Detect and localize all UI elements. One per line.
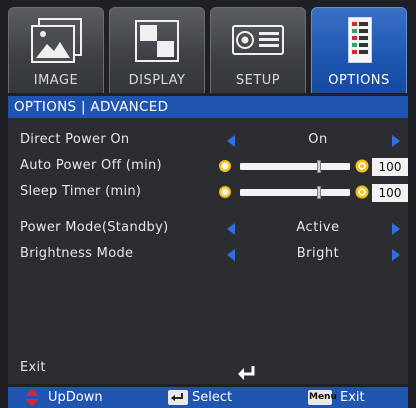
footer-exit: Exit xyxy=(340,390,365,405)
sleep-timer-row[interactable]: Sleep Timer (min) 100 xyxy=(8,180,408,206)
tab-label: SETUP xyxy=(235,73,281,88)
arrow-right-icon[interactable] xyxy=(392,135,400,147)
tab-setup[interactable]: SETUP xyxy=(210,7,306,93)
slider-knob[interactable] xyxy=(317,160,322,173)
updown-arrows-icon xyxy=(25,389,39,406)
row-label: Exit xyxy=(20,360,46,375)
tab-label: OPTIONS xyxy=(328,73,390,88)
sun-bright-icon xyxy=(355,185,369,199)
tab-image[interactable]: IMAGE xyxy=(8,7,104,93)
enter-key-icon xyxy=(168,390,188,405)
osd-menu: IMAGE DISPLAY SETUP OPTIONS OPTIONS | AD… xyxy=(0,0,416,408)
brightness-mode-row[interactable]: Brightness Mode Bright xyxy=(8,242,408,268)
slider-knob[interactable] xyxy=(317,186,322,199)
arrow-left-icon[interactable] xyxy=(227,135,235,147)
footer-bar: UpDown Select Menu Exit xyxy=(8,387,408,408)
enter-icon[interactable] xyxy=(236,364,258,384)
tab-options[interactable]: OPTIONS xyxy=(311,7,407,93)
arrow-left-icon[interactable] xyxy=(227,223,235,235)
arrow-right-icon[interactable] xyxy=(392,249,400,261)
image-icon xyxy=(27,16,85,66)
breadcrumb: OPTIONS | ADVANCED xyxy=(8,96,408,118)
menu-key-label: Menu xyxy=(309,392,337,402)
row-label: Brightness Mode xyxy=(20,246,134,261)
slider-value: 100 xyxy=(372,158,408,176)
sun-dim-icon xyxy=(219,160,231,172)
tab-bar: IMAGE DISPLAY SETUP OPTIONS xyxy=(8,7,408,93)
exit-row[interactable]: Exit xyxy=(8,356,408,382)
power-mode-row[interactable]: Power Mode(Standby) Active xyxy=(8,216,408,242)
menu-key-icon: Menu xyxy=(308,390,337,405)
row-label: Direct Power On xyxy=(20,132,130,147)
menu-panel: Direct Power On On Auto Power Off (min) … xyxy=(8,118,408,384)
tab-label: DISPLAY xyxy=(128,73,186,88)
sleep-timer-slider[interactable] xyxy=(240,189,350,196)
row-value: On xyxy=(308,132,328,147)
setup-icon xyxy=(229,16,287,66)
sun-dim-icon xyxy=(219,186,231,198)
row-value: Bright xyxy=(296,246,340,261)
tab-display[interactable]: DISPLAY xyxy=(109,7,205,93)
slider-value: 100 xyxy=(372,184,408,202)
arrow-right-icon[interactable] xyxy=(392,223,400,235)
tab-label: IMAGE xyxy=(33,73,79,88)
options-icon xyxy=(330,16,388,66)
auto-power-off-row[interactable]: Auto Power Off (min) 100 xyxy=(8,154,408,180)
sun-bright-icon xyxy=(355,159,369,173)
row-label: Power Mode(Standby) xyxy=(20,220,169,235)
direct-power-on-row[interactable]: Direct Power On On xyxy=(8,128,408,154)
row-value: Active xyxy=(296,220,340,235)
arrow-left-icon[interactable] xyxy=(227,249,235,261)
auto-power-off-slider[interactable] xyxy=(240,163,350,170)
display-icon xyxy=(128,16,186,66)
row-label: Auto Power Off (min) xyxy=(20,158,162,173)
footer-select: Select xyxy=(192,390,233,405)
footer-updown: UpDown xyxy=(48,390,103,405)
row-label: Sleep Timer (min) xyxy=(20,184,142,199)
